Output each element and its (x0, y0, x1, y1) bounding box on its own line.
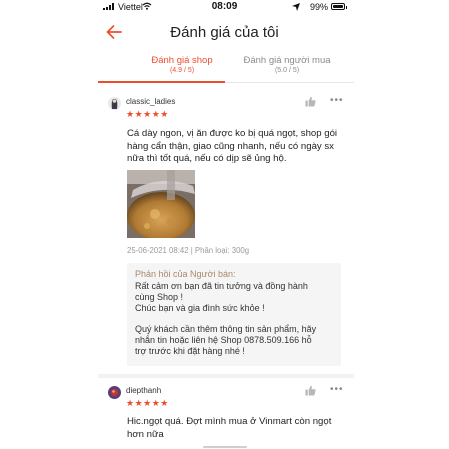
seller-reply-line: Rất cảm ơn bạn đã tin tưởng và đồng hành (135, 281, 308, 291)
location-icon (292, 3, 300, 11)
battery-icon (331, 3, 347, 10)
review-username[interactable]: diepthanh (126, 386, 161, 395)
rating-stars: ★★★★★ (126, 398, 169, 408)
thumbs-up-icon[interactable] (305, 385, 316, 396)
more-options-icon[interactable]: ••• (330, 95, 344, 106)
home-indicator (203, 446, 247, 448)
status-time: 08:09 (211, 1, 238, 12)
page-title: Đánh giá của tôi (170, 24, 279, 41)
review-text-line: Hic.ngọt quá. Đợt mình mua ở Vinmart còn… (127, 416, 332, 427)
review-photo[interactable] (127, 170, 195, 238)
review-text-line: hơn nữa (127, 428, 164, 440)
review-text: Cá dày ngon, vị ăn được ko bị quá ngọt, … (127, 128, 337, 166)
battery-fill (333, 5, 343, 8)
review-username[interactable]: classic_ladies (126, 97, 175, 106)
seller-reply-title: Phản hồi của Người bán: (135, 269, 236, 279)
tab-score: (5.0 / 5) (274, 67, 300, 74)
seller-reply-line: nhắn tin hoặc liên hệ Shop 0878.509.166 … (135, 334, 312, 345)
review-divider (98, 374, 354, 378)
tab-buyer-reviews[interactable]: Đánh giá người mua (5.0 / 5) (224, 55, 350, 74)
rating-stars: ★★★★★ (126, 109, 169, 119)
avatar[interactable] (108, 386, 121, 399)
more-options-icon[interactable]: ••• (330, 384, 344, 395)
tab-active-indicator (98, 81, 225, 83)
seller-reply-line: cùng Shop ! (135, 292, 184, 303)
review-text-line: hàng cẩn thận, giao cũng nhanh, nếu có n… (127, 140, 334, 152)
review-text: Hic.ngọt quá. Đợt mình mua ở Vinmart còn… (127, 416, 331, 441)
seller-reply: Phản hồi của Người bán: Rất cảm ơn bạn đ… (127, 263, 341, 366)
tab-label: Đánh giá người mua (243, 55, 331, 66)
seller-reply-line: Quý khách cần thêm thông tin sản phẩm, h… (135, 323, 317, 334)
seller-reply-blank-line (135, 315, 333, 324)
review-text-line: nữa thì tốt quá, nếu có dịp sẽ ủng hộ. (127, 153, 287, 164)
review-text-line: Cá dày ngon, vị ăn được ko bị quá ngọt, … (127, 128, 338, 139)
seller-reply-line: trợ trước khi đặt hàng nhé ! (135, 346, 245, 357)
thumbs-up-icon[interactable] (305, 96, 316, 107)
avatar[interactable] (108, 97, 121, 110)
battery-percent: 99% (310, 2, 329, 12)
review-meta: 25-06-2021 08:42 | Phân loại: 300g (127, 246, 250, 255)
seller-reply-line: Chúc bạn và gia đình sức khỏe ! (135, 303, 265, 314)
